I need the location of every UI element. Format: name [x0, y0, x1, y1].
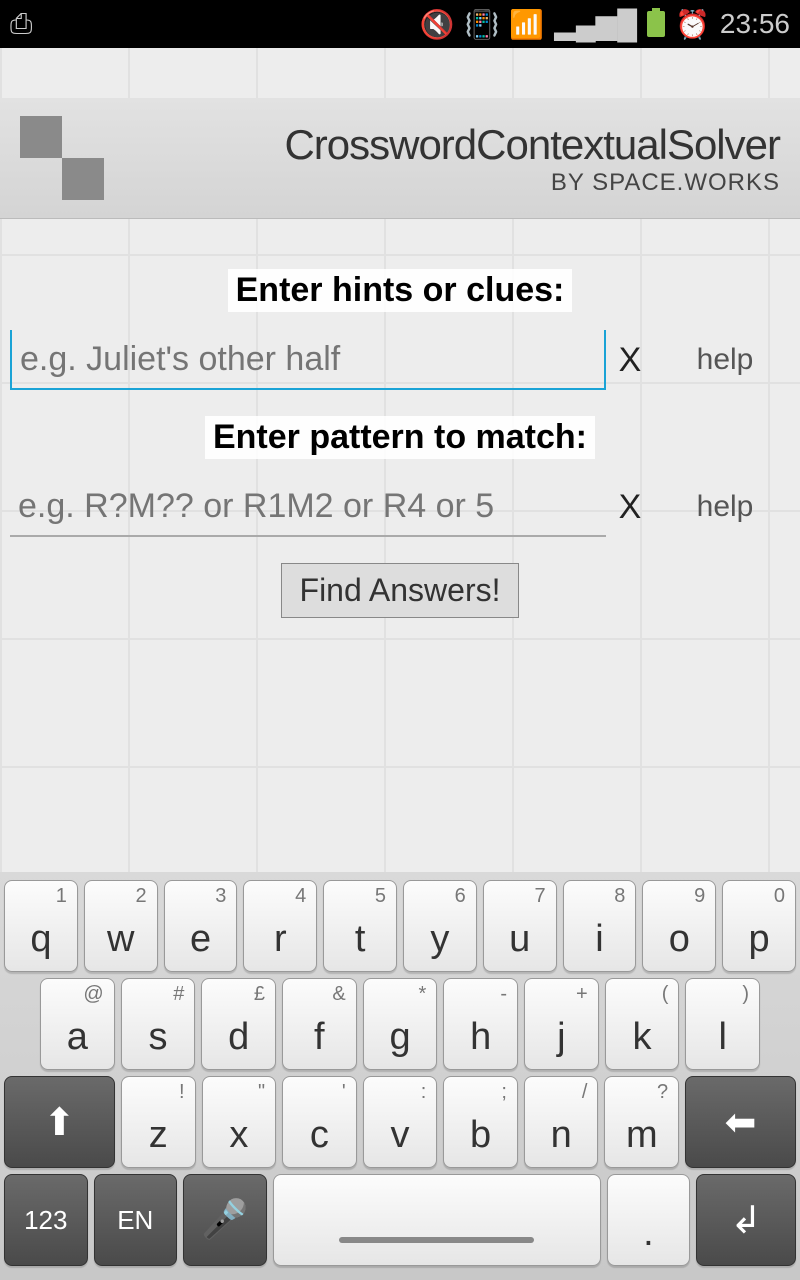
key-e[interactable]: 3e: [164, 880, 238, 972]
microphone-icon: [201, 1198, 248, 1242]
key-t[interactable]: 5t: [323, 880, 397, 972]
key-k[interactable]: (k: [605, 978, 680, 1070]
key-enter[interactable]: ↲: [696, 1174, 796, 1266]
signal-icon: ▂▄▆█: [554, 8, 637, 41]
app-banner: CrosswordContextualSolver BY SPACE.WORKS: [0, 98, 800, 219]
pattern-label: Enter pattern to match:: [205, 416, 595, 459]
key-q[interactable]: 1q: [4, 880, 78, 972]
find-answers-button[interactable]: Find Answers!: [281, 563, 520, 618]
hints-help-link[interactable]: help: [670, 343, 780, 377]
key-shift[interactable]: ⬆: [4, 1076, 115, 1168]
battery-icon: [647, 11, 665, 37]
key-h[interactable]: -h: [443, 978, 518, 1070]
key-voice-input[interactable]: [183, 1174, 267, 1266]
key-v[interactable]: :v: [363, 1076, 438, 1168]
status-time: 23:56: [720, 8, 790, 40]
key-m[interactable]: ?m: [604, 1076, 679, 1168]
app-subtitle: BY SPACE.WORKS: [120, 169, 780, 197]
key-x[interactable]: "x: [202, 1076, 277, 1168]
key-f[interactable]: &f: [282, 978, 357, 1070]
search-form: Enter hints or clues: X help Enter patte…: [0, 219, 800, 618]
key-j[interactable]: +j: [524, 978, 599, 1070]
mute-icon: 🔇: [420, 8, 455, 41]
app-logo-icon: [20, 116, 106, 202]
key-l[interactable]: )l: [685, 978, 760, 1070]
pattern-clear-button[interactable]: X: [610, 488, 650, 527]
soft-keyboard: 1q2w3e4r5t6y7u8i9o0p @a#s£d&f*g-h+j(k)l …: [0, 872, 800, 1280]
key-y[interactable]: 6y: [403, 880, 477, 972]
hints-input[interactable]: [10, 330, 606, 390]
key-backspace[interactable]: ⬅: [685, 1076, 796, 1168]
key-o[interactable]: 9o: [642, 880, 716, 972]
key-u[interactable]: 7u: [483, 880, 557, 972]
key-period[interactable]: .: [607, 1174, 691, 1266]
key-s[interactable]: #s: [121, 978, 196, 1070]
key-n[interactable]: /n: [524, 1076, 599, 1168]
alarm-icon: ⏰: [675, 8, 710, 41]
wifi-icon: 📶: [509, 8, 544, 41]
key-g[interactable]: *g: [363, 978, 438, 1070]
usb-icon: ⎙: [10, 8, 32, 41]
key-r[interactable]: 4r: [243, 880, 317, 972]
key-i[interactable]: 8i: [563, 880, 637, 972]
key-space[interactable]: [273, 1174, 601, 1266]
pattern-input[interactable]: [10, 477, 606, 537]
key-b[interactable]: ;b: [443, 1076, 518, 1168]
key-c[interactable]: 'c: [282, 1076, 357, 1168]
key-w[interactable]: 2w: [84, 880, 158, 972]
hints-clear-button[interactable]: X: [610, 341, 650, 380]
key-p[interactable]: 0p: [722, 880, 796, 972]
key-language[interactable]: EN: [94, 1174, 178, 1266]
vibrate-icon: 📳: [465, 8, 500, 41]
pattern-help-link[interactable]: help: [670, 490, 780, 524]
key-d[interactable]: £d: [201, 978, 276, 1070]
app-title: CrosswordContextualSolver: [120, 121, 780, 169]
key-z[interactable]: !z: [121, 1076, 196, 1168]
status-bar: ⎙ 🔇 📳 📶 ▂▄▆█ ⏰ 23:56: [0, 0, 800, 48]
hints-label: Enter hints or clues:: [228, 269, 573, 312]
key-a[interactable]: @a: [40, 978, 115, 1070]
key-symbols[interactable]: 123: [4, 1174, 88, 1266]
